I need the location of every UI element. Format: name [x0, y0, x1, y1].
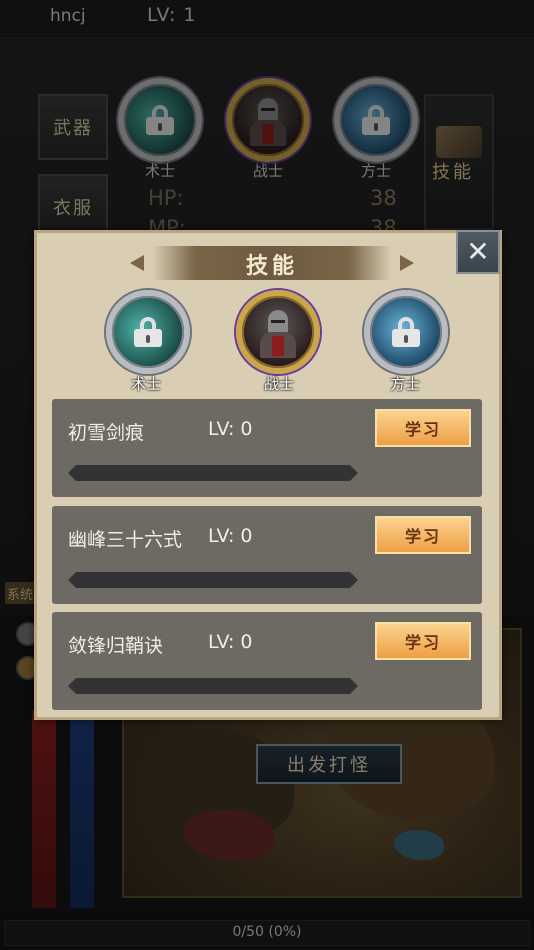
skill-row: 初雪剑痕 LV: 0 学习 — [52, 399, 482, 497]
close-icon: ✕ — [466, 235, 490, 268]
warrior-portrait-icon — [258, 306, 298, 358]
skill-level: LV: 0 — [208, 631, 253, 653]
learn-button[interactable]: 学习 — [375, 409, 471, 447]
dialog-avatar-warrior[interactable] — [236, 290, 320, 374]
skill-progress-bar — [68, 572, 358, 588]
close-button[interactable]: ✕ — [456, 230, 500, 274]
skill-name: 幽峰三十六式 — [68, 529, 183, 551]
skill-progress-bar — [68, 465, 358, 481]
skill-level: LV: 0 — [208, 418, 253, 440]
lock-icon — [392, 317, 420, 347]
skill-level: LV: 0 — [208, 525, 253, 547]
dialog-avatar-warlock[interactable] — [106, 290, 190, 374]
learn-button[interactable]: 学习 — [375, 516, 471, 554]
dialog-avatar-warrior-label: 战士 — [263, 375, 294, 393]
ornament-right-icon — [400, 255, 414, 271]
ornament-left-icon — [130, 255, 144, 271]
skill-progress-bar — [68, 678, 358, 694]
dialog-avatar-warlock-label: 术士 — [130, 375, 161, 393]
skill-row: 敛锋归鞘诀 LV: 0 学习 — [52, 612, 482, 710]
dialog-avatar-taoist[interactable] — [364, 290, 448, 374]
skill-name: 敛锋归鞘诀 — [68, 635, 164, 657]
skill-row: 幽峰三十六式 LV: 0 学习 — [52, 506, 482, 604]
skill-name: 初雪剑痕 — [68, 422, 145, 444]
learn-button[interactable]: 学习 — [375, 622, 471, 660]
dialog-avatar-taoist-label: 方士 — [389, 375, 420, 393]
lock-icon — [134, 317, 162, 347]
dialog-title: 技能 — [245, 253, 298, 279]
